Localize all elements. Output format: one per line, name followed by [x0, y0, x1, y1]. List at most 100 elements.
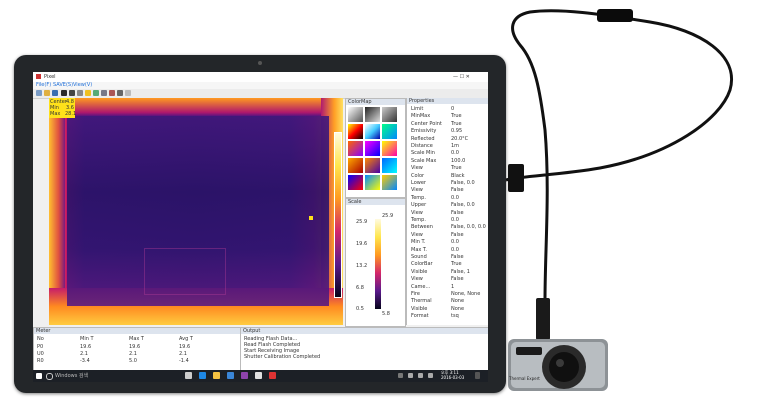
- save-icon[interactable]: [52, 90, 58, 96]
- property-row[interactable]: Fire None, None: [407, 291, 488, 298]
- colormap-swatch[interactable]: [382, 158, 397, 173]
- property-value[interactable]: None: [451, 298, 464, 304]
- tray-chevron-icon[interactable]: [398, 373, 403, 378]
- property-value[interactable]: 0.0: [451, 150, 459, 156]
- property-row[interactable]: Color Black: [407, 173, 488, 180]
- property-value[interactable]: 0.95: [451, 128, 462, 134]
- property-row[interactable]: Came... 1: [407, 284, 488, 291]
- colormap-swatch[interactable]: [348, 141, 363, 156]
- search-icon[interactable]: [46, 373, 53, 380]
- property-row[interactable]: Temp. 0.0: [407, 217, 488, 224]
- property-row[interactable]: Temp. 0.0: [407, 195, 488, 202]
- property-value[interactable]: 0.0: [451, 247, 459, 253]
- property-value[interactable]: True: [451, 121, 462, 127]
- play-icon[interactable]: [61, 90, 67, 96]
- visual-studio-icon[interactable]: [241, 372, 248, 379]
- property-value[interactable]: 1m: [451, 143, 459, 149]
- colormap-swatch[interactable]: [365, 124, 380, 139]
- windows-start-icon[interactable]: [36, 373, 42, 379]
- line-icon[interactable]: [93, 90, 99, 96]
- colormap-swatch[interactable]: [365, 107, 380, 122]
- property-row[interactable]: Thermal None: [407, 298, 488, 305]
- colormap-swatch[interactable]: [382, 107, 397, 122]
- property-value[interactable]: False, 0.0, 0.0: [451, 224, 486, 230]
- network-icon[interactable]: [408, 373, 413, 378]
- file-explorer-icon[interactable]: [213, 372, 220, 379]
- property-value[interactable]: True: [451, 261, 462, 267]
- property-value[interactable]: 0.0: [451, 239, 459, 245]
- pointer-icon[interactable]: [77, 90, 83, 96]
- property-value[interactable]: tsq: [451, 313, 459, 319]
- property-value[interactable]: 0: [451, 106, 454, 112]
- property-row[interactable]: Visible False, 1: [407, 269, 488, 276]
- battery-icon[interactable]: [428, 373, 433, 378]
- colormap-swatch[interactable]: [348, 107, 363, 122]
- property-row[interactable]: Reflected 20.0°C: [407, 136, 488, 143]
- property-value[interactable]: None: [451, 306, 464, 312]
- property-row[interactable]: View False: [407, 210, 488, 217]
- new-icon[interactable]: [36, 90, 42, 96]
- property-value[interactable]: 0.0: [451, 195, 459, 201]
- property-row[interactable]: Distance 1m: [407, 143, 488, 150]
- store-icon[interactable]: [227, 372, 234, 379]
- property-value[interactable]: 20.0°C: [451, 136, 468, 142]
- property-row[interactable]: Lower False, 0.0: [407, 180, 488, 187]
- property-value[interactable]: True: [451, 165, 462, 171]
- property-row[interactable]: Min T. 0.0: [407, 239, 488, 246]
- colormap-swatch[interactable]: [365, 158, 380, 173]
- info-icon[interactable]: [125, 90, 131, 96]
- colormap-swatch[interactable]: [365, 175, 380, 190]
- property-row[interactable]: Limit 0: [407, 106, 488, 113]
- property-value[interactable]: False: [451, 254, 464, 260]
- property-value[interactable]: 100.0: [451, 158, 465, 164]
- open-icon[interactable]: [44, 90, 50, 96]
- property-value[interactable]: False: [451, 187, 464, 193]
- delete-icon[interactable]: [109, 90, 115, 96]
- property-value[interactable]: 0.0: [451, 217, 459, 223]
- stop-icon[interactable]: [69, 90, 75, 96]
- property-value[interactable]: None, None: [451, 291, 480, 297]
- property-value[interactable]: False: [451, 276, 464, 282]
- property-row[interactable]: Format tsq: [407, 313, 488, 320]
- colormap-swatch[interactable]: [382, 175, 397, 190]
- colormap-swatch[interactable]: [382, 141, 397, 156]
- property-row[interactable]: Scale Max 100.0: [407, 158, 488, 165]
- property-value[interactable]: True: [451, 113, 462, 119]
- notification-icon[interactable]: [475, 372, 480, 379]
- property-row[interactable]: View False: [407, 232, 488, 239]
- property-value[interactable]: False, 1: [451, 269, 470, 275]
- property-value[interactable]: False, 0.0: [451, 180, 475, 186]
- colormap-swatch[interactable]: [365, 141, 380, 156]
- property-row[interactable]: Emissivity 0.95: [407, 128, 488, 135]
- colormap-swatch[interactable]: [348, 158, 363, 173]
- property-value[interactable]: 1: [451, 284, 454, 290]
- photos-icon[interactable]: [255, 372, 262, 379]
- property-value[interactable]: False, 0.0: [451, 202, 475, 208]
- property-row[interactable]: ColorBar True: [407, 261, 488, 268]
- property-row[interactable]: Center Point True: [407, 121, 488, 128]
- property-row[interactable]: View False: [407, 187, 488, 194]
- property-value[interactable]: False: [451, 210, 464, 216]
- menu-file[interactable]: File(F): [36, 82, 51, 88]
- colormap-swatch[interactable]: [348, 175, 363, 190]
- property-row[interactable]: View False: [407, 276, 488, 283]
- property-row[interactable]: View True: [407, 165, 488, 172]
- edge-icon[interactable]: [199, 372, 206, 379]
- clock-date[interactable]: 2016-03-03: [441, 375, 464, 381]
- property-row[interactable]: MinMax True: [407, 113, 488, 120]
- property-row[interactable]: Max T. 0.0: [407, 247, 488, 254]
- volume-icon[interactable]: [418, 373, 423, 378]
- settings-icon[interactable]: [117, 90, 123, 96]
- window-controls[interactable]: — ☐ ✕: [453, 74, 470, 80]
- spot-icon[interactable]: [85, 90, 91, 96]
- colormap-swatch[interactable]: [382, 124, 397, 139]
- property-row[interactable]: Between False, 0.0, 0.0: [407, 224, 488, 231]
- property-row[interactable]: Visible None: [407, 306, 488, 313]
- rect-icon[interactable]: [101, 90, 107, 96]
- property-value[interactable]: False: [451, 232, 464, 238]
- search-box[interactable]: Windows 검색: [55, 373, 88, 379]
- task-view-icon[interactable]: [185, 372, 192, 379]
- colormap-swatch[interactable]: [348, 124, 363, 139]
- menu-view[interactable]: View(V): [73, 82, 92, 88]
- property-row[interactable]: Sound False: [407, 254, 488, 261]
